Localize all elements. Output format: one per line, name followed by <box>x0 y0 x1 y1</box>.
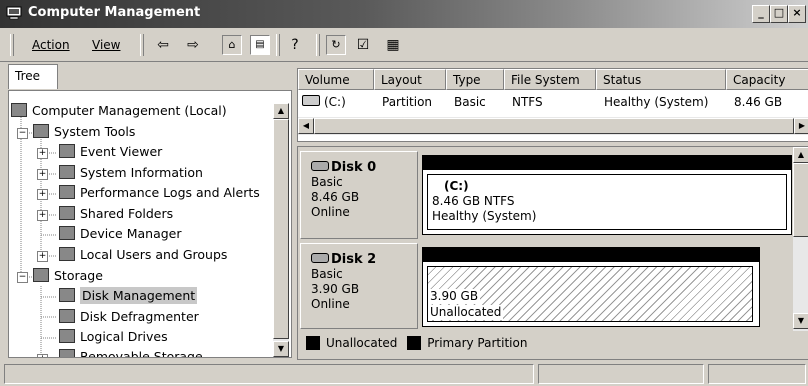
tree-item-storage[interactable]: Storage <box>33 266 103 286</box>
system-info-icon <box>59 165 75 179</box>
expand-icon[interactable]: + <box>37 210 48 221</box>
column-header-type[interactable]: Type <box>446 69 504 90</box>
primary-partition-swatch <box>407 336 422 350</box>
layout-cell: Partition <box>382 95 433 109</box>
scroll-up-icon[interactable]: ▲ <box>793 147 808 163</box>
toolbar: Action View ⇦ ⇨ ⌂ ▤ ? ↻ ☑ ▦ <box>0 29 808 62</box>
scroll-down-icon[interactable]: ▼ <box>273 341 289 357</box>
disk-0-info[interactable]: Disk 0 Basic 8.46 GB Online <box>300 151 418 239</box>
computer-management-icon <box>6 6 22 20</box>
tree-item-local-users[interactable]: Local Users and Groups <box>59 245 227 265</box>
device-manager-icon <box>59 226 75 240</box>
disk-icon <box>311 161 329 171</box>
performance-icon <box>59 185 75 199</box>
users-icon <box>59 247 75 261</box>
scroll-right-icon[interactable]: ▶ <box>794 118 808 134</box>
tree-item-shared-folders[interactable]: Shared Folders <box>59 204 173 224</box>
toolbar-separator <box>316 34 320 56</box>
tab-tree[interactable]: Tree <box>8 64 58 89</box>
expand-icon[interactable]: + <box>37 189 48 200</box>
partition-c[interactable]: (C:) 8.46 GB NTFS Healthy (System) <box>422 155 792 235</box>
computer-icon <box>11 103 27 117</box>
title-bar[interactable]: Computer Management _ □ × <box>0 0 808 28</box>
forward-arrow-icon[interactable]: ⇨ <box>184 36 202 54</box>
close-button[interactable]: × <box>788 5 806 23</box>
window-title: Computer Management <box>28 5 201 20</box>
toolbar-grip[interactable] <box>140 34 144 56</box>
capacity-cell: 8.46 GB <box>734 95 783 109</box>
tree-item-computer-management[interactable]: Computer Management (Local) <box>11 101 227 121</box>
column-header-volume[interactable]: Volume <box>298 69 374 90</box>
event-viewer-icon <box>59 144 75 158</box>
column-header-capacity[interactable]: Capacity <box>726 69 808 90</box>
file-system-cell: NTFS <box>512 95 543 109</box>
scroll-down-icon[interactable]: ▼ <box>793 313 808 329</box>
collapse-icon[interactable]: − <box>17 272 28 283</box>
status-cell: Healthy (System) <box>604 95 709 109</box>
type-cell: Basic <box>454 95 486 109</box>
tree-item-disk-management[interactable]: Disk Management <box>59 286 198 306</box>
partition-header-bar <box>423 156 791 170</box>
status-bar <box>0 362 808 386</box>
partition-unallocated[interactable]: 3.90 GB Unallocated <box>422 247 760 327</box>
collapse-icon[interactable]: − <box>17 128 28 139</box>
tree-item-logical-drives[interactable]: Logical Drives <box>59 327 168 347</box>
tree-item-removable-storage[interactable]: Removable Storage <box>59 347 203 357</box>
legend: Unallocated Primary Partition <box>298 331 808 355</box>
expand-icon[interactable]: + <box>37 148 48 159</box>
scroll-thumb[interactable] <box>793 163 808 237</box>
disk-2-info[interactable]: Disk 2 Basic 3.90 GB Online <box>300 243 418 329</box>
tree-panel: Computer Management (Local) − System Too… <box>8 90 292 358</box>
column-header-layout[interactable]: Layout <box>374 69 446 90</box>
toolbar-separator <box>276 34 280 56</box>
tree-item-system-information[interactable]: System Information <box>59 163 203 183</box>
help-icon[interactable]: ? <box>286 36 304 54</box>
disk-icon[interactable]: ▦ <box>384 36 402 54</box>
removable-storage-icon <box>59 349 75 357</box>
storage-icon <box>33 268 49 282</box>
refresh-icon[interactable]: ↻ <box>326 35 346 55</box>
scroll-thumb[interactable] <box>314 118 794 134</box>
up-folder-icon[interactable]: ⌂ <box>222 35 242 55</box>
tree-item-performance-logs[interactable]: Performance Logs and Alerts <box>59 183 260 203</box>
disk-management-icon <box>59 288 75 302</box>
show-hide-tree-icon[interactable]: ▤ <box>250 35 270 55</box>
properties-icon[interactable]: ☑ <box>354 36 372 54</box>
volume-cell: (C:) <box>302 93 346 111</box>
tree-item-system-tools[interactable]: System Tools <box>33 122 135 142</box>
scroll-left-icon[interactable]: ◀ <box>298 118 314 134</box>
unallocated-swatch <box>306 336 320 350</box>
disk-graphical-view: Disk 0 Basic 8.46 GB Online (C:) 8.46 GB… <box>297 146 808 360</box>
maximize-button[interactable]: □ <box>770 5 788 23</box>
list-horizontal-scrollbar[interactable]: ◀ ▶ <box>298 117 808 135</box>
volume-list: Volume Layout Type File System Status Ca… <box>297 68 808 142</box>
expand-icon[interactable]: + <box>37 354 48 357</box>
menu-action[interactable]: Action <box>32 38 70 52</box>
status-segment <box>4 364 534 384</box>
tree-item-disk-defragmenter[interactable]: Disk Defragmenter <box>59 307 199 327</box>
minimize-button[interactable]: _ <box>752 5 770 23</box>
logical-drives-icon <box>59 329 75 343</box>
status-segment <box>708 364 806 384</box>
graph-scrollbar[interactable]: ▲ ▼ <box>793 147 808 331</box>
expand-icon[interactable]: + <box>37 169 48 180</box>
expand-icon[interactable]: + <box>37 251 48 262</box>
column-header-status[interactable]: Status <box>596 69 726 90</box>
back-arrow-icon[interactable]: ⇦ <box>154 36 172 54</box>
menu-view[interactable]: View <box>92 38 120 52</box>
tree-item-event-viewer[interactable]: Event Viewer <box>59 142 162 162</box>
disk-icon <box>311 253 329 263</box>
partition-header-bar <box>423 248 759 262</box>
scroll-up-icon[interactable]: ▲ <box>273 103 289 119</box>
column-header-file-system[interactable]: File System <box>504 69 596 90</box>
tree-scrollbar[interactable]: ▲ ▼ <box>273 103 289 357</box>
shared-folders-icon <box>59 206 75 220</box>
scroll-thumb[interactable] <box>273 119 289 339</box>
toolbar-grip[interactable] <box>10 34 14 56</box>
tree-item-device-manager[interactable]: Device Manager <box>59 224 182 244</box>
defrag-icon <box>59 309 75 323</box>
tools-icon <box>33 124 49 138</box>
drive-icon <box>302 95 320 106</box>
status-segment <box>538 364 704 384</box>
